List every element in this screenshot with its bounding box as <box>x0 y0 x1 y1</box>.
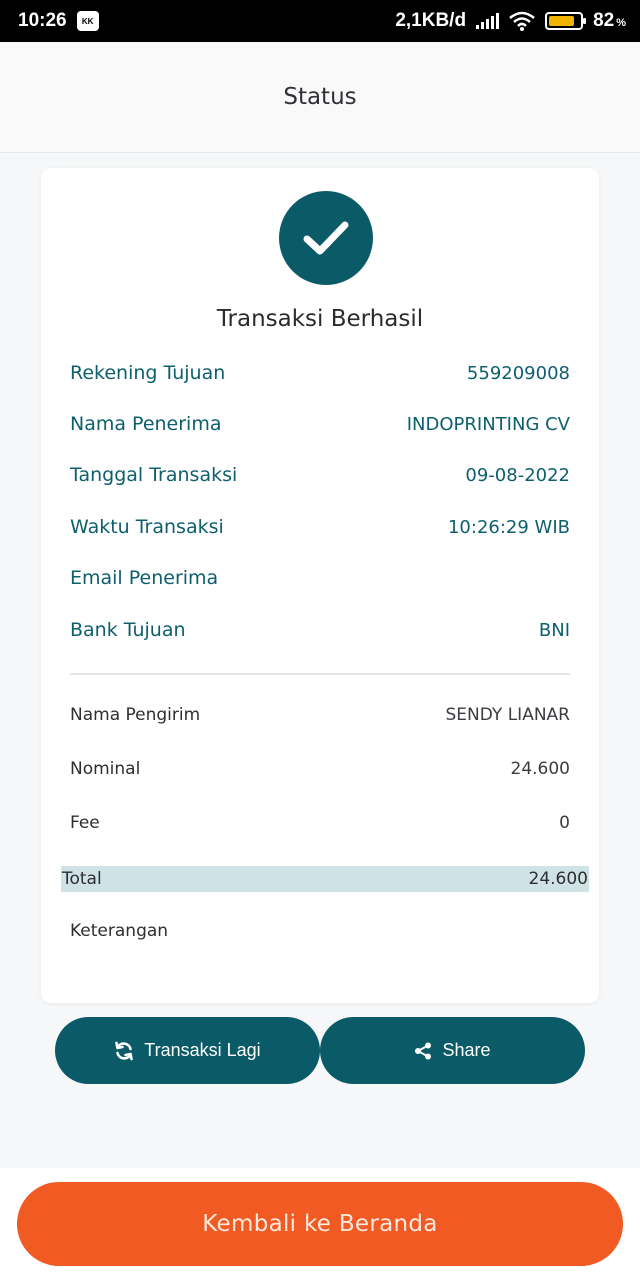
share-label: Share <box>442 1040 491 1060</box>
status-title: Transaksi Berhasil <box>216 306 424 332</box>
note-label: Keterangan <box>70 921 169 941</box>
detail-row-tanggal: Tanggal Transaksi 09-08-2022 <box>70 464 570 486</box>
signal-icon <box>476 13 500 29</box>
total-value: 24.600 <box>528 869 588 889</box>
detail-row-rekening: Rekening Tujuan 559209008 <box>70 362 570 384</box>
detail-label: Waktu Transaksi <box>70 516 224 538</box>
battery-percent: 82% <box>593 10 626 31</box>
summary-label: Nominal <box>70 759 141 779</box>
detail-label: Nama Penerima <box>70 413 222 435</box>
detail-value: BNI <box>538 619 570 641</box>
kk-icon: KK <box>76 11 99 31</box>
detail-row-bank: Bank Tujuan BNI <box>70 619 570 641</box>
system-status-bar: 10:26 KK 2,1KB/d 82% <box>0 0 640 42</box>
refresh-icon <box>115 1041 134 1060</box>
battery-icon <box>545 12 587 30</box>
summary-row-keterangan: Keterangan <box>70 921 570 941</box>
clock: 10:26 <box>18 10 67 31</box>
battery-level <box>549 16 574 26</box>
detail-value: 559209008 <box>466 362 570 384</box>
success-badge <box>279 191 373 285</box>
summary-row-nominal: Nominal 24.600 <box>70 759 570 779</box>
share-button[interactable]: Share <box>320 1017 585 1084</box>
receipt-card: Transaksi Berhasil Rekening Tujuan 55920… <box>41 168 599 1003</box>
detail-value: INDOPRINTING CV <box>406 413 570 435</box>
detail-label: Tanggal Transaksi <box>70 464 238 486</box>
detail-row-nama-penerima: Nama Penerima INDOPRINTING CV <box>70 413 570 435</box>
divider <box>70 673 570 675</box>
transaksi-lagi-button[interactable]: Transaksi Lagi <box>55 1017 320 1084</box>
summary-label: Nama Pengirim <box>70 705 201 725</box>
detail-label: Email Penerima <box>70 567 219 589</box>
share-icon <box>415 1042 432 1059</box>
app-bar: Status <box>0 42 640 153</box>
summary-value: 0 <box>559 813 570 833</box>
total-row: Total 24.600 <box>61 866 589 892</box>
detail-row-email: Email Penerima <box>70 567 570 589</box>
detail-label: Bank Tujuan <box>70 619 186 641</box>
check-icon <box>303 221 349 255</box>
summary-value: SENDY LIANAR <box>445 705 570 725</box>
back-to-home-button[interactable]: Kembali ke Beranda <box>17 1182 623 1266</box>
detail-row-waktu: Waktu Transaksi 10:26:29 WIB <box>70 516 570 538</box>
summary-row-pengirim: Nama Pengirim SENDY LIANAR <box>70 705 570 725</box>
total-label: Total <box>62 869 102 889</box>
detail-label: Rekening Tujuan <box>70 362 226 384</box>
page-title: Status <box>283 84 357 110</box>
summary-label: Fee <box>70 813 100 833</box>
detail-value: 10:26:29 WIB <box>447 516 570 538</box>
wifi-icon <box>509 11 535 31</box>
transaksi-lagi-label: Transaksi Lagi <box>144 1040 261 1060</box>
summary-row-fee: Fee 0 <box>70 813 570 833</box>
summary-value: 24.600 <box>510 759 570 779</box>
detail-value: 09-08-2022 <box>465 464 570 486</box>
network-speed: 2,1KB/d <box>395 10 467 31</box>
